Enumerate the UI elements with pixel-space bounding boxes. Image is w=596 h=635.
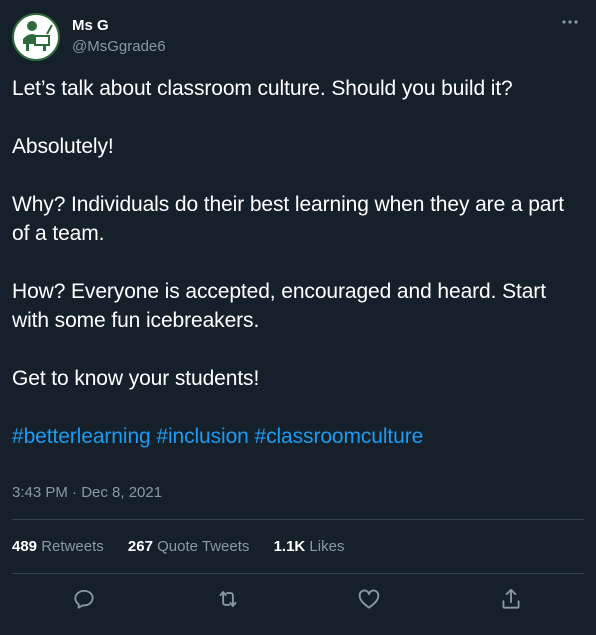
retweets-label: Retweets: [41, 538, 104, 555]
tweet-text: Let’s talk about classroom culture. Shou…: [12, 74, 584, 451]
action-bar: [0, 586, 596, 614]
quotes-count: 267: [127, 538, 153, 555]
tweet-card: Ms G @MsGgrade6 Let’s talk about classro…: [0, 0, 596, 635]
share-button[interactable]: [498, 586, 524, 612]
likes-stat[interactable]: 1.1K Likes: [274, 538, 345, 555]
retweet-icon: [219, 591, 237, 607]
retweets-count: 489: [12, 538, 38, 555]
retweets-stat[interactable]: 489 Retweets: [12, 538, 104, 555]
likes-label: Likes: [309, 538, 345, 555]
tweet-paragraph: Let’s talk about classroom culture. Shou…: [12, 77, 513, 100]
hashtag-link[interactable]: #betterlearning: [12, 425, 151, 448]
user-handle[interactable]: @MsGgrade6: [72, 37, 166, 57]
quote-tweets-stat[interactable]: 267 Quote Tweets: [128, 538, 249, 555]
hashtag-link[interactable]: #inclusion: [156, 425, 249, 448]
more-dots-icon: [562, 20, 578, 24]
like-button[interactable]: [356, 586, 382, 612]
more-options-button[interactable]: [560, 14, 580, 30]
author-names: Ms G @MsGgrade6: [72, 17, 166, 57]
hashtag-line: #betterlearning #inclusion #classroomcul…: [12, 422, 584, 451]
divider: [12, 519, 584, 520]
tweet-timestamp[interactable]: 3:43 PM · Dec 8, 2021: [12, 484, 162, 501]
avatar[interactable]: [12, 13, 60, 61]
tweet-paragraph: Absolutely!: [12, 135, 114, 158]
divider: [12, 573, 584, 574]
display-name[interactable]: Ms G: [72, 17, 166, 35]
reply-button[interactable]: [71, 586, 97, 612]
like-icon: [358, 589, 380, 609]
share-icon: [502, 588, 520, 609]
retweet-button[interactable]: [215, 586, 241, 612]
quotes-label: Quote Tweets: [157, 538, 250, 555]
likes-count: 1.1K: [273, 538, 306, 555]
tweet-paragraph: Why? Individuals do their best learning …: [12, 193, 564, 245]
tweet-header: Ms G @MsGgrade6: [12, 10, 584, 61]
reply-icon: [74, 589, 94, 609]
tweet-paragraph: Get to know your students!: [12, 367, 260, 390]
engagement-stats: 489 Retweets 267 Quote Tweets 1.1K Likes: [12, 538, 364, 555]
hashtag-link[interactable]: #classroomculture: [255, 425, 424, 448]
classroom-teacher-avatar-icon: [14, 15, 58, 59]
tweet-paragraph: How? Everyone is accepted, encouraged an…: [12, 280, 546, 332]
